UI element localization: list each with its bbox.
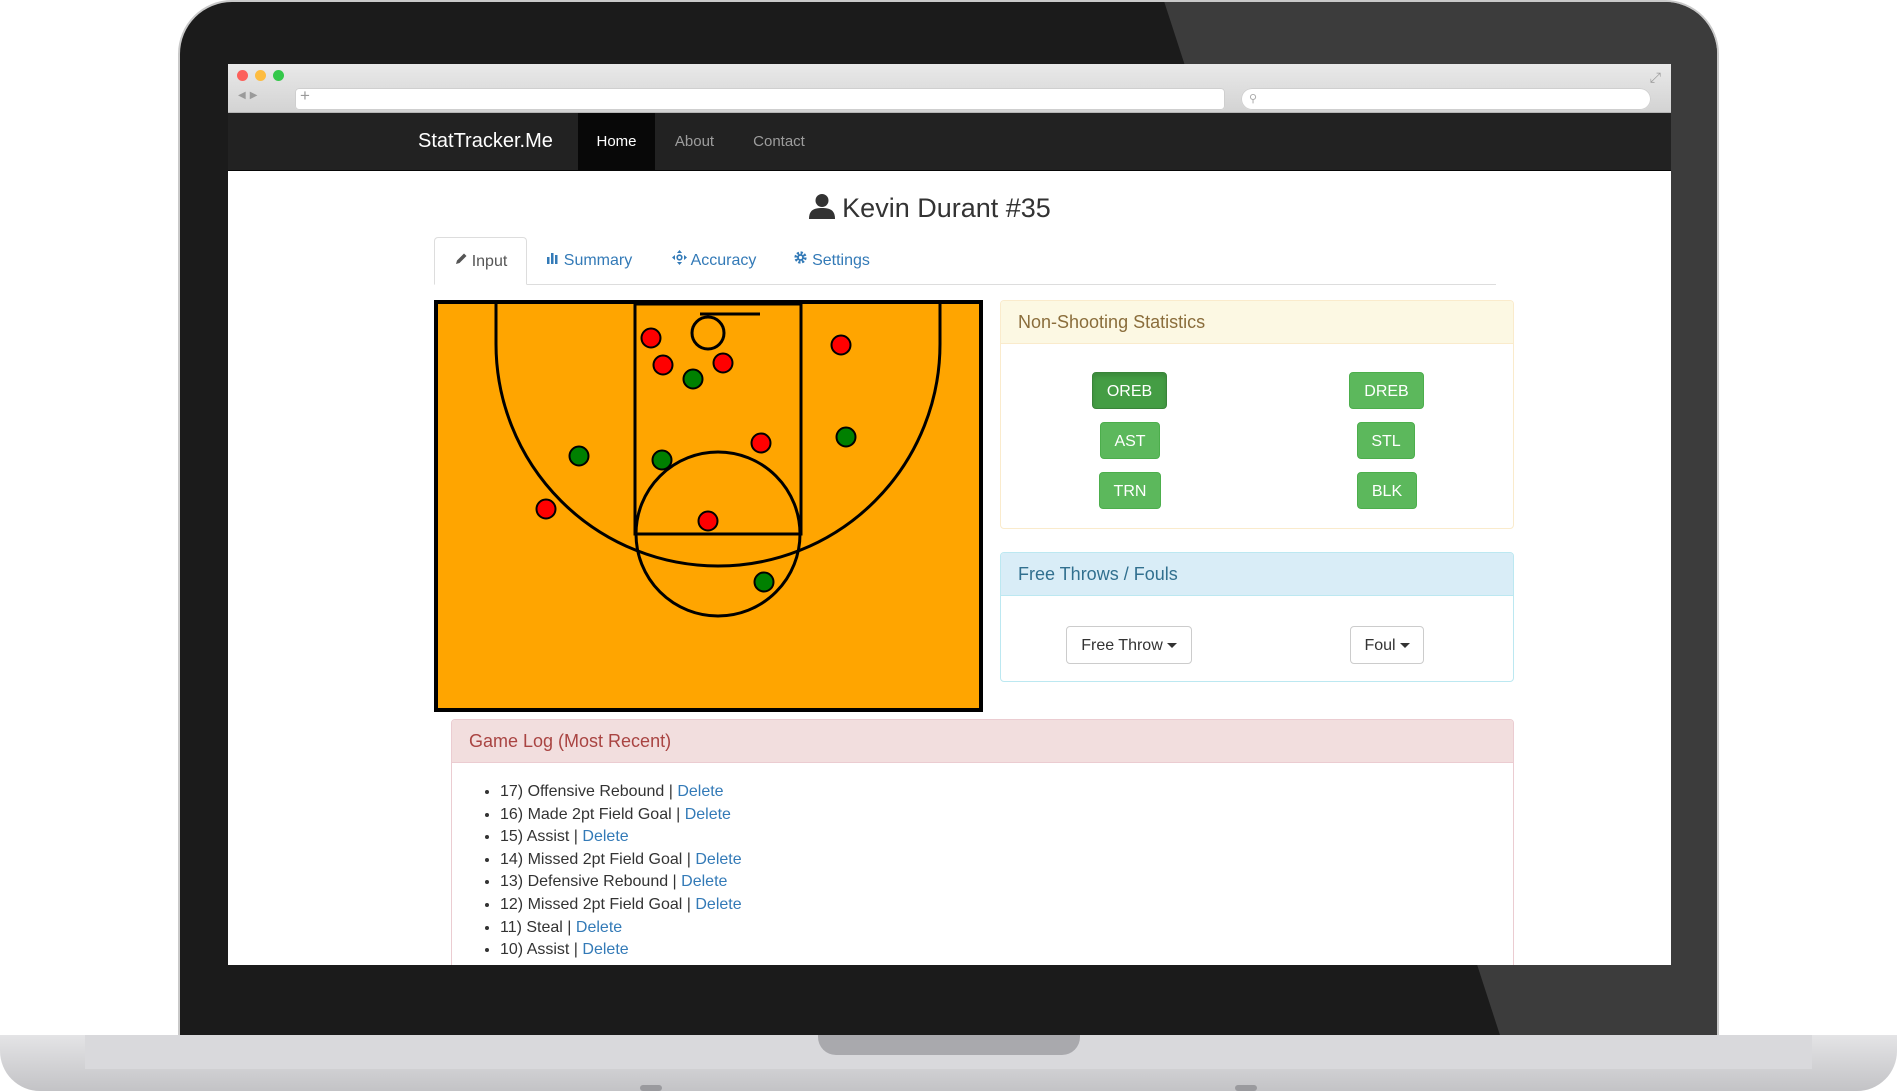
delete-link[interactable]: Delete	[582, 828, 628, 845]
made-shot-marker[interactable]	[682, 368, 704, 390]
back-forward-icon[interactable]: ◀▶	[238, 87, 273, 105]
non-shooting-panel: Non-Shooting Statistics OREB DREB AST ST…	[1000, 300, 1514, 529]
delete-link[interactable]: Delete	[576, 919, 622, 936]
browser-window: ◀▶ + ⚲ ⤢ StatTracker.Me Home About Conta…	[228, 64, 1671, 965]
made-shot-marker[interactable]	[651, 449, 673, 471]
blk-button[interactable]: BLK	[1357, 472, 1417, 509]
delete-link[interactable]: Delete	[681, 873, 727, 890]
tab-input-label: Input	[471, 253, 508, 270]
log-entry-text: 11) Steal |	[500, 918, 576, 936]
bar-chart-icon	[546, 237, 560, 284]
delete-link[interactable]: Delete	[685, 806, 731, 823]
list-item: 16) Made 2pt Field Goal | Delete	[500, 804, 742, 827]
list-item: 14) Missed 2pt Field Goal | Delete	[500, 849, 742, 872]
made-shot-marker[interactable]	[835, 426, 857, 448]
list-item: 12) Missed 2pt Field Goal | Delete	[500, 894, 742, 917]
list-item: 11) Steal | Delete	[500, 917, 742, 940]
tab-input[interactable]: Input	[434, 237, 527, 285]
delete-link[interactable]: Delete	[695, 896, 741, 913]
panel-heading: Free Throws / Fouls	[1001, 553, 1513, 596]
laptop-foot	[1235, 1085, 1257, 1091]
shot-court[interactable]	[434, 300, 983, 712]
game-log-panel: Game Log (Most Recent) 17) Offensive Reb…	[451, 719, 1514, 965]
top-navbar: StatTracker.Me Home About Contact	[228, 113, 1671, 171]
nav-about[interactable]: About	[655, 113, 734, 170]
laptop-notch	[818, 1035, 1080, 1055]
shot-markers	[535, 327, 857, 593]
nav-home[interactable]: Home	[578, 113, 655, 170]
search-icon: ⚲	[1249, 93, 1258, 105]
browser-search-field[interactable]: ⚲	[1241, 88, 1651, 110]
delete-link[interactable]: Delete	[582, 941, 628, 958]
person-icon	[808, 192, 836, 227]
free-throw-label: Free Throw	[1081, 637, 1163, 654]
foul-dropdown[interactable]: Foul	[1350, 626, 1424, 664]
free-throw-dropdown[interactable]: Free Throw	[1066, 626, 1192, 664]
panel-heading: Non-Shooting Statistics	[1001, 301, 1513, 344]
close-window-button[interactable]	[237, 70, 248, 81]
player-name: Kevin Durant #35	[842, 193, 1051, 223]
missed-shot-marker[interactable]	[697, 510, 719, 532]
list-item: 13) Defensive Rebound | Delete	[500, 871, 742, 894]
game-log-list: 17) Offensive Rebound | Delete16) Made 2…	[500, 781, 742, 962]
address-bar[interactable]	[295, 88, 1225, 110]
crosshair-icon	[671, 237, 687, 284]
tab-accuracy-label: Accuracy	[690, 252, 757, 269]
tab-accuracy[interactable]: Accuracy	[660, 237, 768, 284]
log-entry-text: 12) Missed 2pt Field Goal |	[500, 895, 696, 913]
foul-label: Foul	[1364, 637, 1396, 654]
log-entry-text: 15) Assist |	[500, 828, 583, 846]
dreb-button[interactable]: DREB	[1349, 372, 1424, 409]
tab-bar: Input Summary Accuracy Settings	[434, 237, 1496, 285]
log-entry-text: 16) Made 2pt Field Goal |	[500, 805, 685, 823]
missed-shot-marker[interactable]	[652, 354, 674, 376]
page-title: Kevin Durant #35	[228, 192, 1631, 227]
delete-link[interactable]: Delete	[695, 851, 741, 868]
list-item: 10) Assist | Delete	[500, 939, 742, 962]
browser-chrome: ◀▶ + ⚲ ⤢	[228, 64, 1671, 113]
caret-down-icon	[1399, 643, 1410, 649]
pencil-icon	[454, 238, 468, 285]
trn-button[interactable]: TRN	[1099, 472, 1161, 509]
list-item: 15) Assist | Delete	[500, 826, 742, 849]
delete-link[interactable]: Delete	[677, 783, 723, 800]
nav-contact[interactable]: Contact	[734, 113, 824, 170]
three-point-line	[494, 304, 942, 568]
caret-down-icon	[1166, 643, 1177, 649]
maximize-window-button[interactable]	[273, 70, 284, 81]
log-entry-text: 14) Missed 2pt Field Goal |	[500, 850, 696, 868]
made-shot-marker[interactable]	[753, 571, 775, 593]
oreb-button[interactable]: OREB	[1092, 372, 1167, 409]
ast-button[interactable]: AST	[1100, 422, 1160, 459]
missed-shot-marker[interactable]	[750, 432, 772, 454]
log-entry-text: 17) Offensive Rebound |	[500, 783, 678, 800]
panel-heading: Game Log (Most Recent)	[452, 720, 1513, 763]
made-shot-marker[interactable]	[568, 445, 590, 467]
list-item: 17) Offensive Rebound | Delete	[500, 781, 742, 804]
new-tab-icon[interactable]: +	[300, 86, 310, 106]
basket-rim	[690, 315, 726, 351]
tab-settings[interactable]: Settings	[784, 237, 879, 284]
tab-summary-label: Summary	[563, 252, 633, 269]
minimize-window-button[interactable]	[255, 70, 266, 81]
brand-logo[interactable]: StatTracker.Me	[418, 113, 553, 170]
missed-shot-marker[interactable]	[535, 498, 557, 520]
free-throws-panel: Free Throws / Fouls Free Throw Foul	[1000, 552, 1514, 682]
tab-summary[interactable]: Summary	[536, 237, 642, 284]
gear-icon	[793, 237, 808, 284]
court-diagram[interactable]	[438, 304, 979, 708]
missed-shot-marker[interactable]	[830, 334, 852, 356]
missed-shot-marker[interactable]	[640, 327, 662, 349]
log-entry-text: 10) Assist |	[500, 941, 583, 959]
stl-button[interactable]: STL	[1357, 422, 1415, 459]
tab-settings-label: Settings	[812, 252, 870, 269]
log-entry-text: 13) Defensive Rebound |	[500, 873, 682, 891]
fullscreen-icon[interactable]: ⤢	[1650, 69, 1661, 86]
laptop-foot	[640, 1085, 662, 1091]
missed-shot-marker[interactable]	[712, 352, 734, 374]
